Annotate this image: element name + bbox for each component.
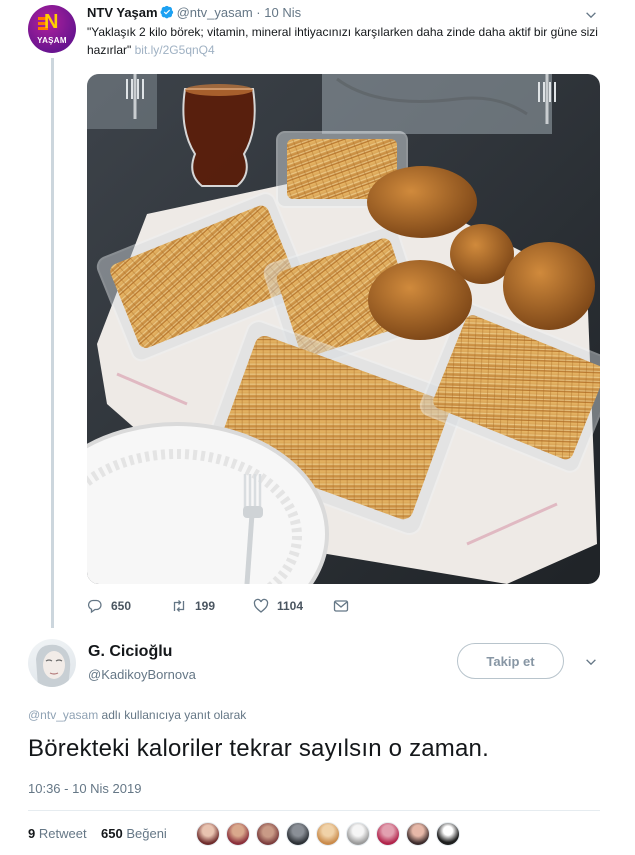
liker-avatar[interactable] (376, 822, 400, 846)
retweet-stat[interactable]: 9 Retweet (28, 826, 87, 841)
follow-button[interactable]: Takip et (457, 643, 564, 679)
chevron-down-icon[interactable] (584, 8, 598, 22)
reply-timestamp[interactable]: 10:36 - 10 Nis 2019 (28, 781, 141, 796)
like-count: 1104 (277, 599, 304, 613)
liker-avatar[interactable] (436, 822, 460, 846)
tweet-link[interactable]: bit.ly/2G5qnQ4 (135, 43, 215, 57)
tweet-photo[interactable] (87, 74, 600, 584)
chevron-down-icon[interactable] (584, 655, 598, 669)
replying-to: @ntv_yasam adlı kullanıcıya yanıt olarak (28, 708, 246, 722)
liker-avatar[interactable] (226, 822, 250, 846)
divider (28, 810, 600, 811)
liker-avatar[interactable] (406, 822, 430, 846)
author-name[interactable]: NTV Yaşam (87, 5, 158, 20)
reply-icon (87, 599, 102, 614)
engagement-stats: 9 Retweet 650 Beğeni (28, 826, 167, 841)
borek-photo-illustration (87, 74, 600, 584)
portrait-illustration (36, 644, 71, 687)
logo-text: YAŞAM (37, 36, 67, 45)
verified-badge-icon (160, 5, 173, 19)
liker-avatar[interactable] (286, 822, 310, 846)
retweet-icon (173, 600, 185, 612)
separator-dot: · (256, 5, 261, 20)
thread-line (51, 58, 54, 628)
liker-avatar[interactable] (316, 822, 340, 846)
quoted-tweet-text: "Yaklaşık 2 kilo börek; vitamin, mineral… (87, 23, 607, 59)
reply-tweet-text: Börekteki kaloriler tekrar sayılsın o za… (28, 735, 489, 762)
replying-to-handle[interactable]: @ntv_yasam (28, 708, 98, 722)
retweet-stat-label: Retweet (38, 826, 87, 841)
replying-to-suffix: adlı kullanıcıya yanıt olarak (98, 708, 247, 722)
liker-avatars (196, 822, 466, 846)
message-action[interactable] (333, 598, 357, 614)
liker-avatar[interactable] (196, 822, 220, 846)
like-stat[interactable]: 650 Beğeni (101, 826, 167, 841)
heart-icon (253, 598, 269, 613)
reply-count: 650 (111, 599, 132, 613)
like-stat-label: Beğeni (126, 826, 167, 841)
retweet-count: 199 (195, 599, 216, 613)
author-handle[interactable]: @ntv_yasam (177, 5, 253, 20)
like-action[interactable]: 1104 (253, 598, 303, 614)
reply-author-handle[interactable]: @KadikoyBornova (88, 667, 196, 682)
liker-avatar[interactable] (256, 822, 280, 846)
like-stat-count: 650 (101, 826, 123, 841)
reply-author-name[interactable]: G. Cicioğlu (88, 643, 172, 661)
quoted-tweet-header: NTV Yaşam @ntv_yasam · 10 Nis (87, 5, 301, 20)
retweet-action[interactable]: 199 (171, 598, 215, 614)
reply-action[interactable]: 650 (87, 598, 131, 614)
liker-avatar[interactable] (346, 822, 370, 846)
ntv-yasam-avatar[interactable]: N YAŞAM (28, 5, 76, 53)
cicioglu-avatar[interactable] (28, 639, 76, 687)
envelope-icon (333, 600, 349, 612)
retweet-stat-count: 9 (28, 826, 36, 841)
tweet-date[interactable]: 10 Nis (264, 5, 301, 20)
logo-letter: N (44, 11, 59, 33)
